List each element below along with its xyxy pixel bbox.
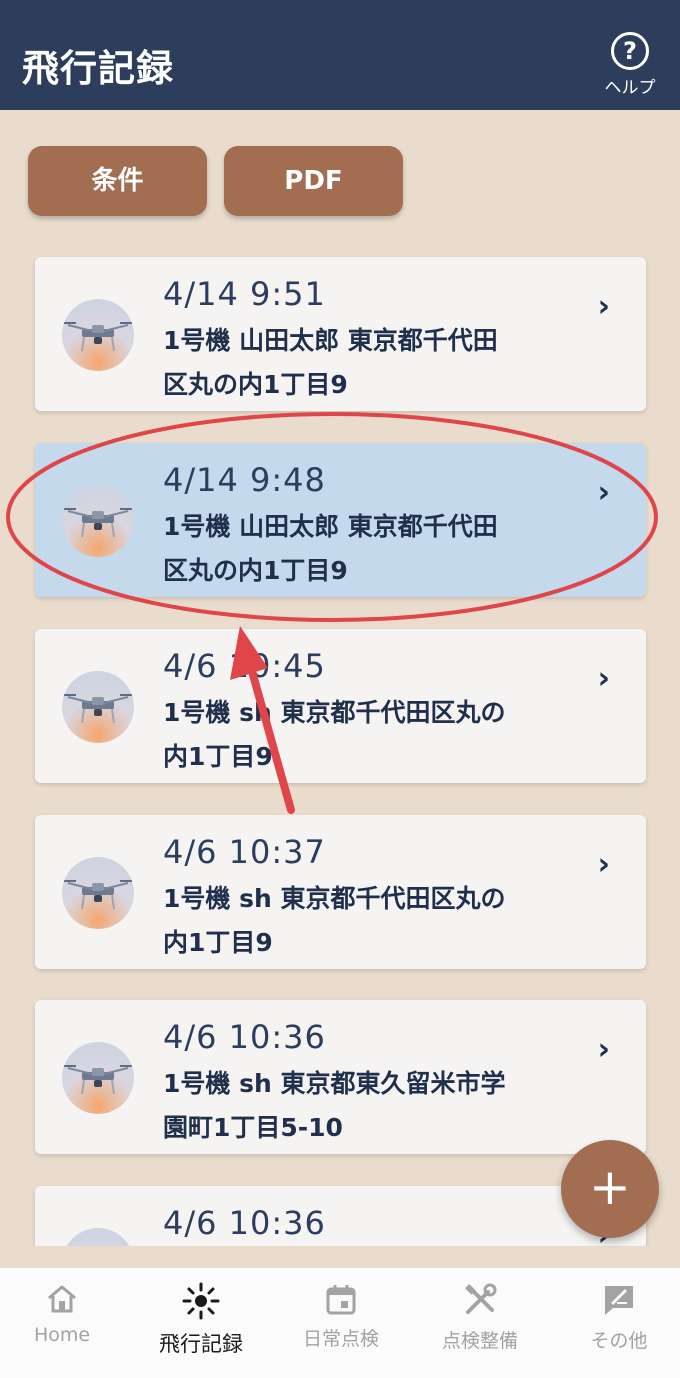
record-card[interactable]: 4/6 10:36 › — [35, 1186, 646, 1246]
record-detail: 1号機 山田太郎 東京都千代田 区丸の内1丁目9 — [163, 505, 563, 593]
help-label: ヘルプ — [604, 78, 656, 98]
chevron-right-icon: › — [597, 847, 610, 882]
drone-icon — [64, 322, 132, 352]
tab-daily-check[interactable]: 日常点検 — [273, 1282, 409, 1351]
record-date: 4/6 10:36 — [163, 1018, 326, 1056]
drone-icon — [64, 694, 132, 724]
page-title: 飛行記録 — [22, 47, 174, 90]
record-detail-line2: 内1丁目9 — [163, 742, 273, 771]
plus-icon: + — [589, 1158, 631, 1216]
home-icon — [48, 1285, 76, 1313]
drone-thumbnail — [62, 857, 134, 929]
add-record-button[interactable]: + — [561, 1140, 659, 1238]
record-date: 4/6 10:45 — [163, 647, 326, 685]
record-detail-line2: 園町1丁目5-10 — [163, 1113, 343, 1142]
tab-home-label: Home — [33, 1324, 91, 1346]
calendar-icon — [326, 1285, 356, 1315]
drone-icon — [64, 880, 132, 910]
record-card[interactable]: 4/14 9:51 1号機 山田太郎 東京都千代田 区丸の内1丁目9 › — [35, 257, 646, 411]
tab-other[interactable]: その他 — [551, 1282, 680, 1353]
app-header: 飛行記録 ? ヘルプ — [0, 0, 680, 110]
tab-home[interactable]: Home — [0, 1282, 130, 1346]
record-date: 4/14 9:48 — [163, 461, 326, 499]
conditions-button[interactable]: 条件 — [28, 146, 207, 216]
record-detail: 1号機 sh 東京都千代田区丸の 内1丁目9 — [163, 691, 563, 779]
help-button[interactable]: ? ヘルプ — [598, 32, 662, 98]
record-detail-line1: 1号機 山田太郎 東京都千代田 — [163, 326, 498, 355]
record-detail-line1: 1号機 山田太郎 東京都千代田 — [163, 512, 498, 541]
pdf-button[interactable]: PDF — [224, 146, 403, 216]
help-icon: ? — [611, 32, 649, 70]
record-card[interactable]: 4/6 10:45 1号機 sh 東京都千代田区丸の 内1丁目9 › — [35, 629, 646, 783]
chevron-right-icon: › — [597, 289, 610, 324]
record-date: 4/14 9:51 — [163, 275, 326, 313]
drone-thumbnail — [62, 485, 134, 557]
tab-maintenance-label: 点検整備 — [441, 1330, 518, 1352]
tools-icon — [465, 1283, 497, 1314]
tab-maintenance[interactable]: 点検整備 — [412, 1282, 548, 1353]
drone-icon — [64, 508, 132, 538]
drone-icon — [64, 1065, 132, 1095]
bottom-tab-bar: Home 飛行記録 日常点検 点検整備 その他 — [0, 1268, 680, 1378]
sun-icon — [182, 1282, 220, 1320]
tab-other-label: その他 — [590, 1330, 648, 1352]
chevron-right-icon: › — [597, 661, 610, 696]
tab-daily-check-label: 日常点検 — [302, 1328, 379, 1350]
tab-flight-log[interactable]: 飛行記録 — [133, 1282, 269, 1358]
drone-thumbnail — [62, 299, 134, 371]
record-detail-line2: 区丸の内1丁目9 — [163, 370, 348, 399]
record-detail: 1号機 sh 東京都東久留米市学 園町1丁目5-10 — [163, 1062, 563, 1150]
chevron-right-icon: › — [597, 1032, 610, 1067]
record-detail: 1号機 山田太郎 東京都千代田 区丸の内1丁目9 — [163, 319, 563, 407]
chevron-right-icon: › — [597, 475, 610, 510]
record-detail-line2: 区丸の内1丁目9 — [163, 556, 348, 585]
record-detail-line2: 内1丁目9 — [163, 928, 273, 957]
drone-thumbnail — [62, 671, 134, 743]
edit-note-icon — [605, 1286, 633, 1315]
drone-thumbnail — [62, 1228, 134, 1246]
tab-flight-log-label: 飛行記録 — [159, 1332, 243, 1356]
flight-record-list[interactable]: 4/14 9:51 1号機 山田太郎 東京都千代田 区丸の内1丁目9 › 4/1… — [0, 240, 680, 1246]
record-detail: 1号機 sh 東京都千代田区丸の 内1丁目9 — [163, 877, 563, 965]
drone-thumbnail — [62, 1042, 134, 1114]
record-card-selected[interactable]: 4/14 9:48 1号機 山田太郎 東京都千代田 区丸の内1丁目9 › — [35, 443, 646, 597]
record-detail-line1: 1号機 sh 東京都千代田区丸の — [163, 698, 506, 727]
record-detail-line1: 1号機 sh 東京都千代田区丸の — [163, 884, 506, 913]
record-date: 4/6 10:36 — [163, 1204, 326, 1242]
record-date: 4/6 10:37 — [163, 833, 326, 871]
record-card[interactable]: 4/6 10:37 1号機 sh 東京都千代田区丸の 内1丁目9 › — [35, 815, 646, 969]
record-card[interactable]: 4/6 10:36 1号機 sh 東京都東久留米市学 園町1丁目5-10 › — [35, 1000, 646, 1154]
record-detail-line1: 1号機 sh 東京都東久留米市学 — [163, 1069, 506, 1098]
